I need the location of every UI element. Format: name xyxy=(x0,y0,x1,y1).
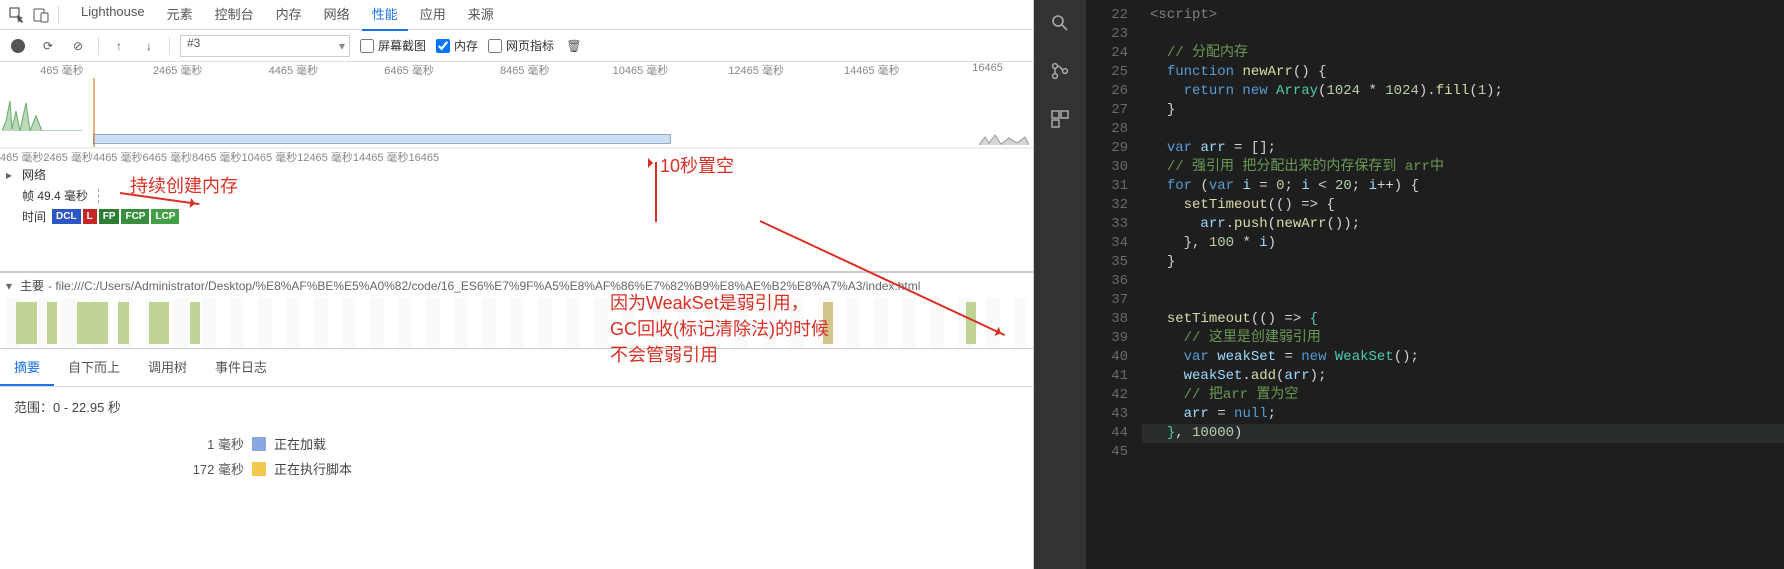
ruler-tick: 8465 毫秒 xyxy=(192,152,242,164)
ruler-tick: 16465 xyxy=(972,62,1003,74)
ruler-tick: 4465 毫秒 xyxy=(93,152,143,164)
tail-spark-icon xyxy=(979,131,1029,145)
save-profile-button[interactable]: ↓ xyxy=(139,36,159,56)
devtools-tabs: Lighthouse元素控制台内存网络性能应用来源 xyxy=(71,0,504,31)
gc-button[interactable]: 🗑 xyxy=(564,36,584,56)
session-select[interactable]: #3 xyxy=(180,35,350,57)
summary-range: 范围：0 - 22.95 秒 xyxy=(14,397,1019,416)
devtools-panel: Lighthouse元素控制台内存网络性能应用来源 ⟳ ⊘ ↑ ↓ #3 屏幕截… xyxy=(0,0,1034,569)
ruler-tick: 14465 毫秒 xyxy=(353,152,409,164)
ruler-bottom: 465 毫秒2465 毫秒4465 毫秒6465 毫秒8465 毫秒10465 … xyxy=(0,148,1033,164)
scrub-cursor[interactable] xyxy=(93,78,95,147)
ruler-tick: 2465 毫秒 xyxy=(153,62,203,78)
timeline-overview[interactable]: 465 毫秒2465 毫秒4465 毫秒6465 毫秒8465 毫秒10465 … xyxy=(0,62,1033,272)
line-gutter: 2223242526272829303132333435363738394041… xyxy=(1086,0,1142,569)
devtools-tab-5[interactable]: 性能 xyxy=(362,0,408,31)
ruler-tick: 12465 毫秒 xyxy=(728,62,784,78)
devtools-tab-3[interactable]: 内存 xyxy=(266,0,312,31)
summary-tab-1[interactable]: 自下而上 xyxy=(54,349,134,386)
devtools-tab-1[interactable]: 元素 xyxy=(157,0,203,31)
main-track-header[interactable]: ▾ 主要 - file:///C:/Users/Administrator/De… xyxy=(0,273,1033,298)
main-track: ▾ 主要 - file:///C:/Users/Administrator/De… xyxy=(0,272,1033,348)
memory-checkbox[interactable]: 内存 xyxy=(436,37,478,54)
legend-row: 1 毫秒正在加载 xyxy=(184,434,326,453)
legend-row: 172 毫秒正在执行脚本 xyxy=(184,459,352,478)
source-control-icon[interactable] xyxy=(1047,58,1073,84)
inspect-icon[interactable] xyxy=(6,4,28,26)
extensions-icon[interactable] xyxy=(1047,106,1073,132)
activity-bar xyxy=(1034,0,1086,569)
timing-badge-dcl: DCL xyxy=(52,209,81,224)
summary-legend: 1 毫秒正在加载 172 毫秒正在执行脚本 xyxy=(14,434,1019,478)
search-icon[interactable] xyxy=(1047,10,1073,36)
timing-badge-lcp: LCP xyxy=(151,209,179,224)
summary-tab-3[interactable]: 事件日志 xyxy=(201,349,281,386)
summary-body: 范围：0 - 22.95 秒 1 毫秒正在加载 172 毫秒正在执行脚本 xyxy=(0,387,1033,488)
clear-button[interactable]: ⊘ xyxy=(68,36,88,56)
code-editor: 2223242526272829303132333435363738394041… xyxy=(1034,0,1784,569)
ruler-top: 465 毫秒 2465 毫秒 4465 毫秒 6465 毫秒 8465 毫秒 10465 … xyxy=(0,62,1033,78)
overview-chart[interactable] xyxy=(0,78,1033,148)
ruler-tick: 16465 xyxy=(409,152,440,164)
code-area[interactable]: 2223242526272829303132333435363738394041… xyxy=(1086,0,1784,569)
record-button[interactable] xyxy=(8,36,28,56)
flame-chart[interactable] xyxy=(6,298,1027,348)
reload-record-button[interactable]: ⟳ xyxy=(38,36,58,56)
devtools-tab-2[interactable]: 控制台 xyxy=(205,0,264,31)
summary-tabs: 摘要自下而上调用树事件日志 xyxy=(0,348,1033,387)
chevron-down-icon: ▾ xyxy=(6,279,16,293)
ruler-tick: 4465 毫秒 xyxy=(269,62,319,78)
timing-track-header[interactable]: 时间 DCLLFPFCPLCP xyxy=(0,206,1033,227)
ruler-tick: 6465 毫秒 xyxy=(384,62,434,78)
ruler-tick: 10465 毫秒 xyxy=(242,152,298,164)
webvitals-checkbox[interactable]: 网页指标 xyxy=(488,37,554,54)
timing-badges: DCLLFPFCPLCP xyxy=(52,209,179,224)
cpu-spark-icon xyxy=(2,91,82,131)
devtools-tab-0[interactable]: Lighthouse xyxy=(71,0,155,31)
devtools-tab-7[interactable]: 来源 xyxy=(458,0,504,31)
devtools-header: Lighthouse元素控制台内存网络性能应用来源 xyxy=(0,0,1033,30)
summary-tab-0[interactable]: 摘要 xyxy=(0,349,54,386)
summary-tab-2[interactable]: 调用树 xyxy=(134,349,201,386)
timing-badge-fcp: FCP xyxy=(121,209,149,224)
ruler-tick: 10465 毫秒 xyxy=(613,62,669,78)
timing-badge-l: L xyxy=(83,209,97,224)
ruler-tick: 12465 毫秒 xyxy=(297,152,353,164)
ruler-tick: 14465 毫秒 xyxy=(844,62,900,78)
devtools-tab-4[interactable]: 网络 xyxy=(314,0,360,31)
load-profile-button[interactable]: ↑ xyxy=(109,36,129,56)
main-file-path: - file:///C:/Users/Administrator/Desktop… xyxy=(48,279,920,293)
performance-toolbar: ⟳ ⊘ ↑ ↓ #3 屏幕截图 内存 网页指标 🗑 xyxy=(0,30,1033,62)
screenshot-checkbox[interactable]: 屏幕截图 xyxy=(360,37,426,54)
ruler-tick: 465 毫秒 xyxy=(0,152,43,164)
ruler-tick: 6465 毫秒 xyxy=(142,152,192,164)
device-toggle-icon[interactable] xyxy=(30,4,52,26)
ruler-tick: 2465 毫秒 xyxy=(43,152,93,164)
code-content[interactable]: <script> // 分配内存 function newArr() { ret… xyxy=(1142,0,1784,569)
timing-badge-fp: FP xyxy=(99,209,120,224)
chevron-right-icon: ▸ xyxy=(6,168,16,182)
network-track-header[interactable]: ▸网络 xyxy=(0,164,1033,185)
frame-track-header[interactable]: 帧 49.4 毫秒 xyxy=(0,185,1033,206)
devtools-tab-6[interactable]: 应用 xyxy=(410,0,456,31)
ruler-tick: 8465 毫秒 xyxy=(500,62,550,78)
ruler-tick: 465 毫秒 xyxy=(40,62,83,78)
